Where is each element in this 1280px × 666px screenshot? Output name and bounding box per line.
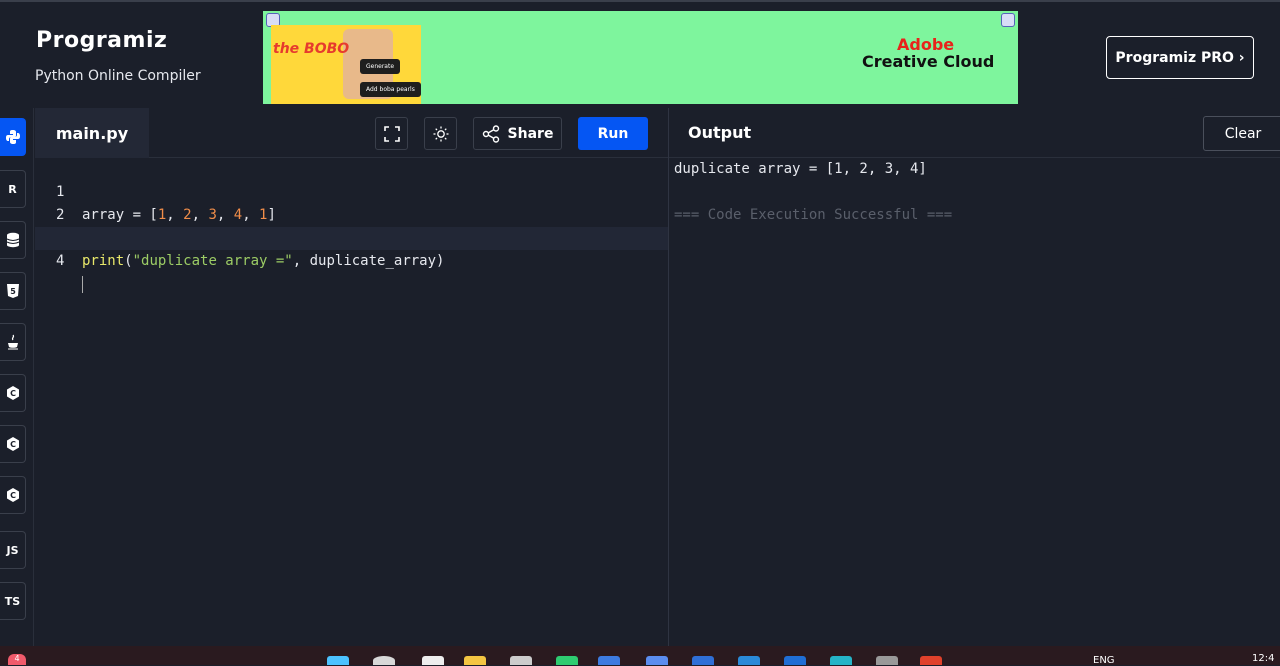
site-header: Programiz Python Online Compiler the BOB… bbox=[0, 0, 1280, 108]
ad-choices-icon[interactable] bbox=[1001, 13, 1015, 27]
svg-text:C: C bbox=[10, 389, 16, 398]
ad-generate-chip: Generate bbox=[360, 59, 401, 74]
edge-icon[interactable] bbox=[830, 656, 852, 665]
task-view-icon[interactable] bbox=[422, 656, 444, 665]
fullscreen-button[interactable] bbox=[375, 117, 408, 150]
share-label: Share bbox=[507, 125, 554, 142]
sun-icon bbox=[433, 126, 448, 141]
output-toolbar: Output Clear bbox=[669, 108, 1280, 158]
whatsapp-icon[interactable] bbox=[556, 656, 578, 665]
code-line: 2 duplicate_array = list(set(array)) bbox=[35, 181, 668, 246]
share-button[interactable]: Share bbox=[473, 117, 562, 150]
app-icon[interactable] bbox=[510, 656, 532, 665]
language-sidebar: R 5 C C C JS TS bbox=[0, 108, 34, 646]
fullscreen-icon bbox=[383, 125, 400, 142]
chrome-icon[interactable] bbox=[920, 656, 942, 665]
output-console: duplicate array = [1, 2, 3, 4] === Code … bbox=[674, 158, 1274, 227]
code-line-active: 4 bbox=[35, 227, 668, 293]
svg-text:C: C bbox=[10, 491, 16, 500]
windows-start-icon[interactable] bbox=[327, 656, 349, 665]
page-subtitle: Python Online Compiler bbox=[35, 68, 201, 84]
java-icon[interactable] bbox=[0, 323, 26, 361]
search-icon[interactable] bbox=[373, 656, 395, 665]
file-explorer-icon[interactable] bbox=[464, 656, 486, 665]
os-taskbar: 4 ENG 12:4 bbox=[0, 646, 1280, 666]
code-text: print("duplicate array =", duplicate_arr… bbox=[82, 253, 445, 269]
programiz-logo[interactable]: Programiz bbox=[36, 28, 167, 53]
svg-text:5: 5 bbox=[10, 287, 16, 296]
theme-toggle-button[interactable] bbox=[424, 117, 457, 150]
notification-badge[interactable]: 4 bbox=[8, 654, 26, 665]
mail-icon[interactable] bbox=[738, 656, 760, 665]
store-icon[interactable] bbox=[646, 656, 668, 665]
panel-divider[interactable] bbox=[668, 108, 669, 646]
input-language[interactable]: ENG bbox=[1093, 655, 1115, 666]
code-line: 1 array = [1, 2, 3, 4, 1] bbox=[35, 158, 668, 223]
js-icon[interactable]: JS bbox=[0, 531, 26, 569]
programiz-pro-button[interactable]: Programiz PRO › bbox=[1106, 36, 1254, 79]
editor-toolbar: main.py Share Run bbox=[35, 108, 668, 158]
clock[interactable]: 12:4 bbox=[1252, 653, 1274, 664]
code-line: 3 print("duplicate array =", duplicate_a… bbox=[35, 204, 668, 269]
c-icon[interactable]: C bbox=[0, 374, 26, 412]
r-icon[interactable]: R bbox=[0, 170, 26, 208]
app-icon[interactable] bbox=[784, 656, 806, 665]
output-title: Output bbox=[688, 123, 752, 142]
app-icon[interactable] bbox=[692, 656, 714, 665]
app-icon[interactable] bbox=[876, 656, 898, 665]
execution-status: === Code Execution Successful === bbox=[674, 207, 953, 223]
sql-icon[interactable] bbox=[0, 221, 26, 259]
share-icon bbox=[482, 124, 499, 143]
ad-product-title: the BOBO bbox=[273, 41, 350, 57]
run-button[interactable]: Run bbox=[578, 117, 648, 150]
svg-text:C: C bbox=[10, 440, 16, 449]
ad-add-chip: Add boba pearls bbox=[360, 82, 421, 97]
app-icon[interactable] bbox=[598, 656, 620, 665]
text-cursor bbox=[82, 273, 83, 296]
clear-button[interactable]: Clear bbox=[1203, 116, 1280, 151]
ts-icon[interactable]: TS bbox=[0, 582, 26, 620]
file-tab-main-py[interactable]: main.py bbox=[35, 108, 149, 158]
ad-brand-creative-cloud: Creative Cloud bbox=[862, 52, 995, 71]
output-line: duplicate array = [1, 2, 3, 4] bbox=[674, 161, 927, 177]
cpp-icon[interactable]: C bbox=[0, 425, 26, 463]
code-editor[interactable]: 1 array = [1, 2, 3, 4, 1] 2 duplicate_ar… bbox=[35, 158, 668, 646]
line-number: 4 bbox=[56, 253, 65, 269]
html-icon[interactable]: 5 bbox=[0, 272, 26, 310]
python-icon[interactable] bbox=[0, 118, 26, 156]
csharp-icon[interactable]: C bbox=[0, 476, 26, 514]
advertisement-banner[interactable]: the BOBO Generate Add boba pearls Adobe … bbox=[263, 11, 1018, 104]
